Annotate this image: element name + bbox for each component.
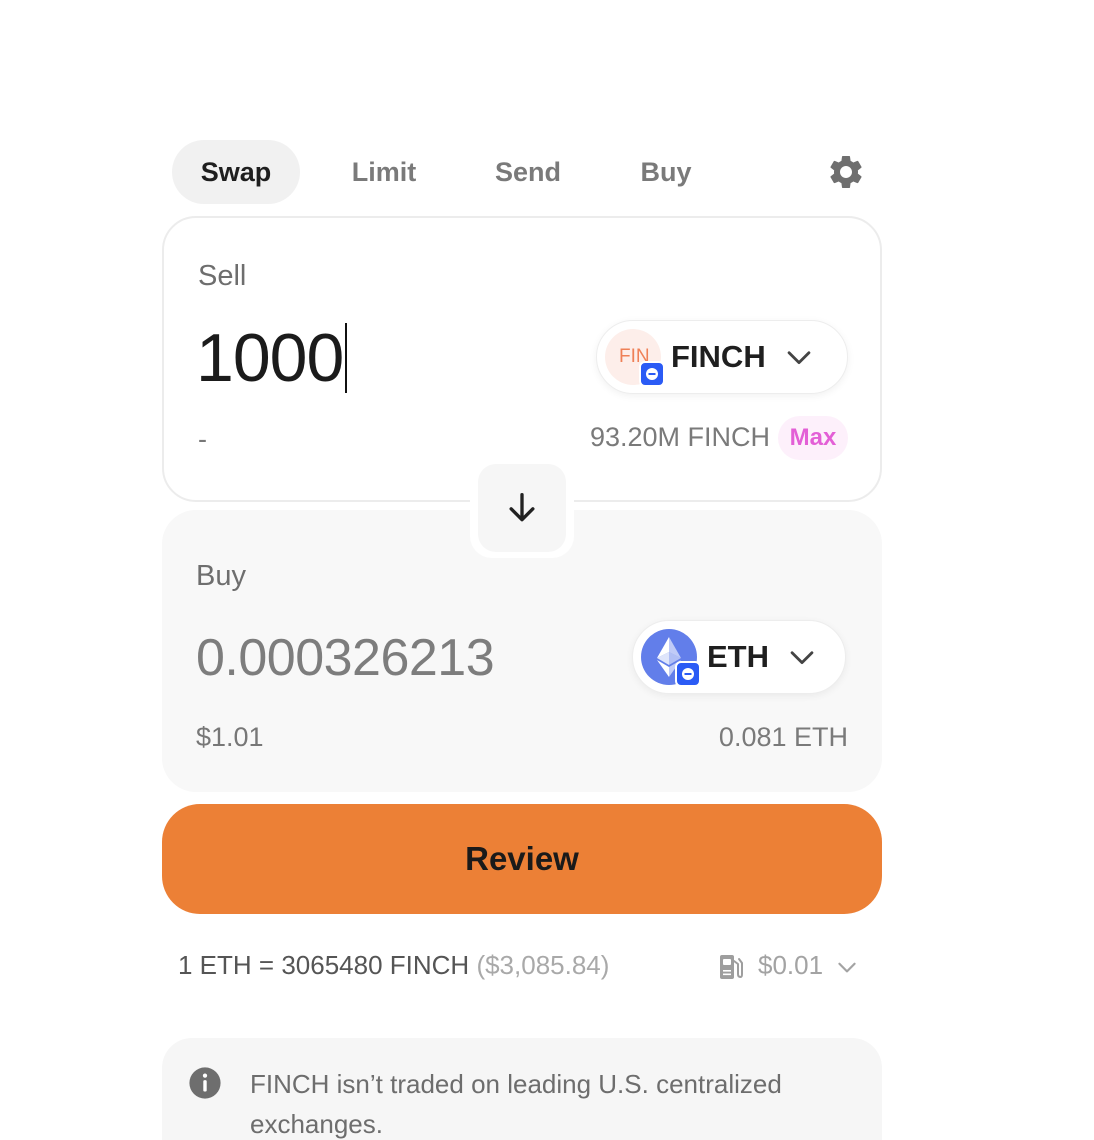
- tab-buy[interactable]: Buy: [624, 140, 708, 204]
- sell-amount-value: 1000: [196, 320, 344, 396]
- swap-widget: Swap Limit Send Buy Sell 1000 - FIN FINC…: [0, 0, 1094, 1140]
- sell-token-selector[interactable]: FIN FINCH: [596, 320, 848, 394]
- eth-token-icon: [641, 629, 701, 687]
- buy-label: Buy: [196, 560, 246, 592]
- warning-text: FINCH isn’t traded on leading U.S. centr…: [250, 1069, 782, 1139]
- gas-pump-icon: [720, 955, 743, 979]
- tab-send[interactable]: Send: [478, 140, 578, 204]
- buy-amount-input[interactable]: 0.000326213: [196, 628, 495, 688]
- switch-tokens-wrapper: [470, 458, 574, 558]
- arrow-down-icon: [509, 493, 535, 522]
- tab-swap[interactable]: Swap: [172, 140, 300, 204]
- max-button[interactable]: Max: [778, 416, 848, 460]
- token-warning-banner: FINCH isn’t traded on leading U.S. centr…: [162, 1038, 882, 1140]
- network-cost[interactable]: $0.01: [758, 950, 823, 981]
- base-chain-icon: [675, 661, 701, 687]
- base-chain-icon: [639, 361, 665, 387]
- text-caret: [345, 323, 348, 393]
- buy-usd-value: $1.01: [196, 722, 264, 752]
- chevron-down-icon: [787, 351, 811, 365]
- review-button[interactable]: Review: [162, 804, 882, 914]
- buy-token-symbol: ETH: [707, 639, 769, 674]
- finch-token-icon: FIN: [605, 329, 665, 387]
- sell-token-balance: 93.20M FINCH: [589, 422, 770, 452]
- tab-limit[interactable]: Limit: [332, 140, 436, 204]
- exchange-rate-usd: ($3,085.84): [476, 950, 610, 980]
- chevron-down-icon[interactable]: [834, 954, 860, 980]
- exchange-rate-text: 1 ETH = 3065480 FINCH: [178, 950, 470, 980]
- gear-icon[interactable]: [826, 152, 866, 192]
- buy-token-selector[interactable]: ETH: [632, 620, 846, 694]
- sell-usd-value: -: [198, 424, 207, 454]
- chevron-down-icon: [790, 651, 814, 665]
- switch-tokens-button[interactable]: [478, 464, 566, 552]
- sell-token-symbol: FINCH: [671, 339, 766, 374]
- tab-bar: Swap Limit Send Buy: [172, 140, 866, 204]
- exchange-rate[interactable]: 1 ETH = 3065480 FINCH ($3,085.84): [178, 950, 609, 981]
- sell-label: Sell: [198, 260, 247, 292]
- sell-amount-input[interactable]: 1000: [196, 318, 348, 398]
- rate-row: 1 ETH = 3065480 FINCH ($3,085.84) $0.01: [178, 950, 868, 986]
- buy-token-balance: 0.081 ETH: [718, 722, 848, 752]
- info-icon: [189, 1067, 221, 1099]
